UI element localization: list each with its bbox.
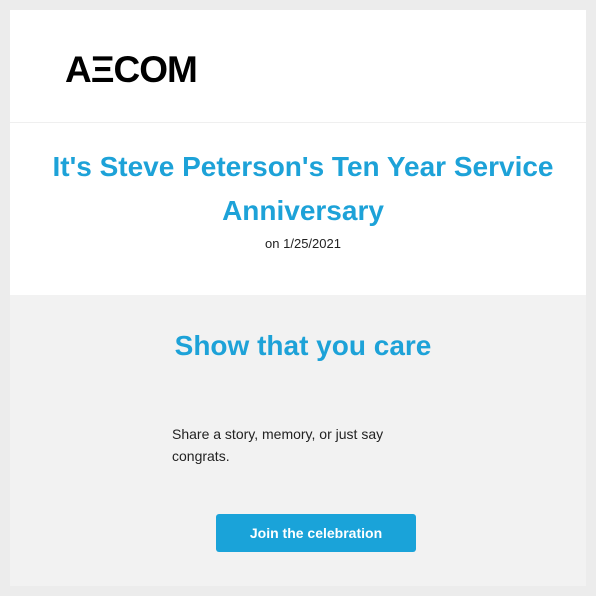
email-header: AΞCOM: [10, 10, 596, 123]
right-margin: [586, 0, 596, 596]
aecom-logo: AΞCOM: [65, 49, 198, 90]
join-celebration-button[interactable]: Join the celebration: [216, 514, 416, 552]
show-care-text: Share a story, memory, or just say congr…: [172, 426, 384, 464]
show-care-title: Show that you care: [174, 330, 432, 361]
anniversary-title: It's Steve Peterson's Ten Year Service A…: [52, 151, 554, 226]
show-care-section: Show that you care Share a story, memory…: [10, 295, 596, 586]
anniversary-date: on 1/25/2021: [265, 236, 341, 251]
email-frame: AΞCOM It's Steve Peterson's Ten Year Ser…: [10, 10, 596, 586]
anniversary-banner: It's Steve Peterson's Ten Year Service A…: [10, 123, 596, 295]
